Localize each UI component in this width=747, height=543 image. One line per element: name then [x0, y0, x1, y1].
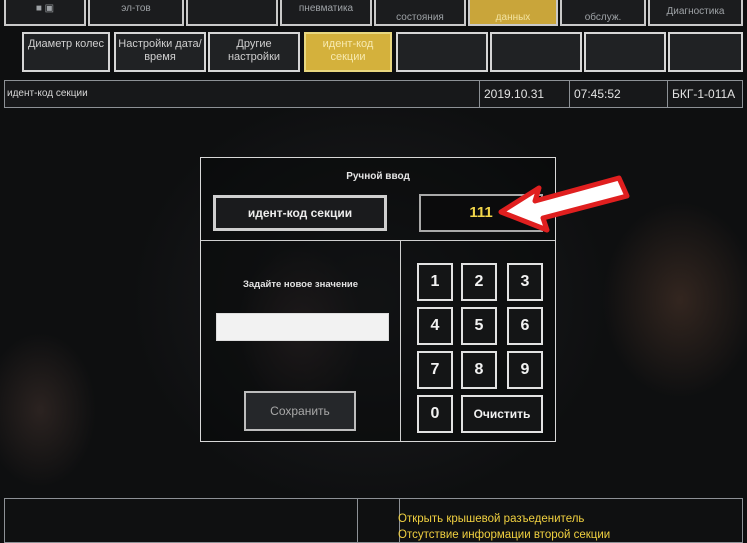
- status-date: 2019.10.31: [479, 81, 572, 107]
- key-6[interactable]: 6: [507, 307, 543, 345]
- home-icon: ■ ▣: [35, 3, 55, 14]
- status-bar: идент-код секции 2019.10.31 07:45:52 БКГ…: [4, 80, 743, 108]
- main-tab-pneumatics[interactable]: пневматика: [280, 0, 372, 26]
- main-tab-elements[interactable]: эл-тов: [88, 0, 184, 26]
- key-7[interactable]: 7: [417, 351, 453, 389]
- tab-label: обслуж.: [584, 12, 622, 23]
- key-2[interactable]: 2: [461, 263, 497, 301]
- message-line-2: Отсутствие информации второй секции: [398, 529, 611, 541]
- message-indicator: [357, 499, 398, 542]
- tab-label: состояния: [396, 12, 444, 23]
- tab-wheel-diameter[interactable]: Диаметр колес: [22, 32, 110, 72]
- tab-label: эл-тов: [121, 3, 151, 14]
- key-0[interactable]: 0: [417, 395, 453, 433]
- main-tab-data[interactable]: данных: [468, 0, 558, 26]
- tab-label: пневматика: [298, 3, 354, 14]
- tab-section-id-code[interactable]: идент-код секции: [304, 32, 392, 72]
- key-4[interactable]: 4: [417, 307, 453, 345]
- key-3[interactable]: 3: [507, 263, 543, 301]
- tab-label: идент-код секции: [322, 38, 374, 63]
- key-8[interactable]: 8: [461, 351, 497, 389]
- main-tab-3[interactable]: [186, 0, 278, 26]
- save-button[interactable]: Сохранить: [244, 391, 356, 431]
- tab-empty-8[interactable]: [668, 32, 743, 72]
- parameter-button[interactable]: идент-код секции: [213, 195, 387, 231]
- tab-label: Настройки дата/время: [118, 38, 202, 63]
- tab-datetime-settings[interactable]: Настройки дата/время: [114, 32, 206, 72]
- main-tab-bar: ■ ▣ эл-тов пневматика состояния данных о…: [0, 0, 747, 28]
- main-tab-home[interactable]: ■ ▣: [4, 0, 86, 26]
- screen-title: идент-код секции: [7, 88, 88, 99]
- tab-label: Диагностика: [666, 6, 725, 17]
- new-value-prompt: Задайте новое значение: [242, 279, 359, 290]
- status-time: 07:45:52: [569, 81, 664, 107]
- main-tab-service[interactable]: обслуж.: [560, 0, 646, 26]
- status-unit-id: БКГ-1-011А: [667, 81, 747, 107]
- sub-tab-bar: Диаметр колес Настройки дата/время Други…: [0, 28, 747, 74]
- main-tab-diagnostics[interactable]: Диагностика: [648, 0, 743, 26]
- annotation-arrow-icon: [498, 175, 630, 233]
- main-tab-state[interactable]: состояния: [374, 0, 466, 26]
- message-line-1: Открыть крышевой разъеденитель: [398, 513, 585, 525]
- tab-empty-7[interactable]: [584, 32, 666, 72]
- new-value-input[interactable]: [216, 313, 389, 341]
- key-5[interactable]: 5: [461, 307, 497, 345]
- dialog-divider: [400, 240, 401, 441]
- tab-label: Диаметр колес: [27, 38, 105, 50]
- tab-other-settings[interactable]: Другие настройки: [208, 32, 300, 72]
- tab-empty-5[interactable]: [396, 32, 488, 72]
- tab-label: Другие настройки: [227, 38, 281, 63]
- tab-empty-6[interactable]: [490, 32, 582, 72]
- message-bar: [4, 498, 743, 543]
- key-1[interactable]: 1: [417, 263, 453, 301]
- dialog-divider: [201, 240, 555, 241]
- key-9[interactable]: 9: [507, 351, 543, 389]
- clear-button[interactable]: Очистить: [461, 395, 543, 433]
- tab-label: данных: [495, 12, 531, 23]
